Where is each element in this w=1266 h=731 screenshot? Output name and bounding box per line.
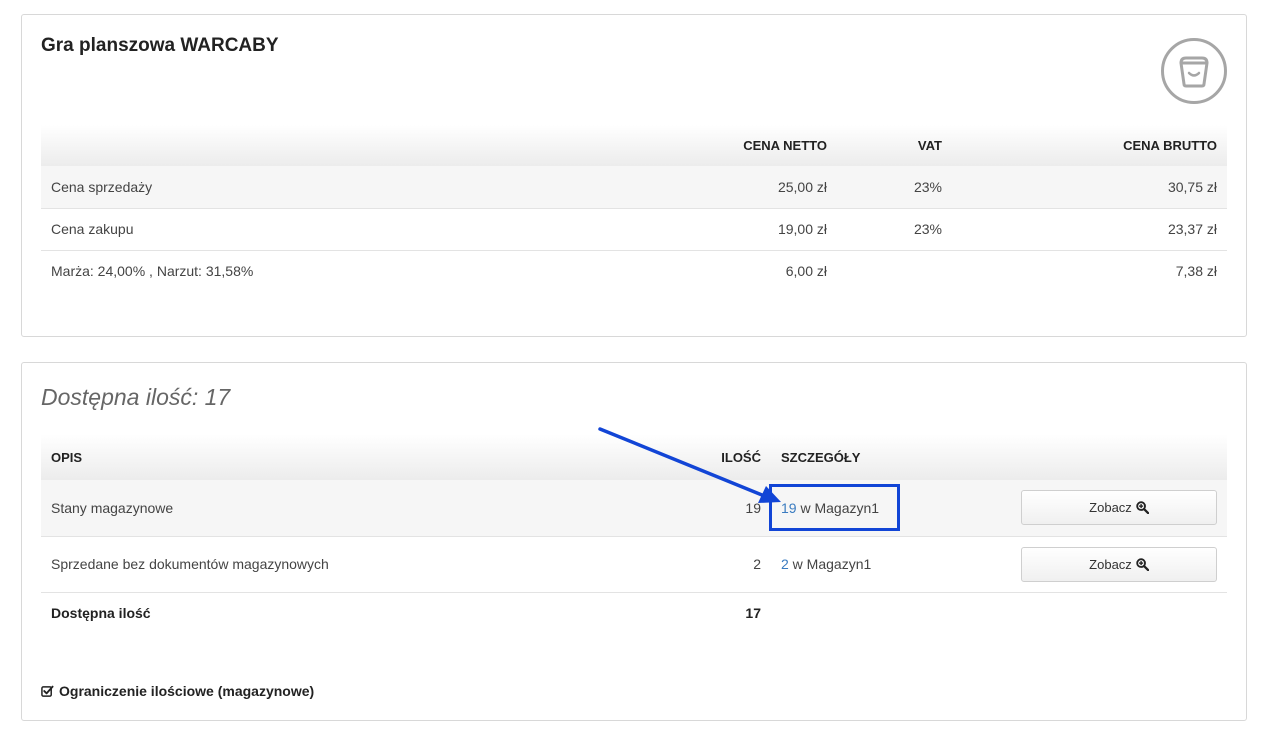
table-row: Sprzedane bez dokumentów magazynowych 2 … [41, 536, 1227, 592]
stock-row-action: Zobacz [1011, 536, 1227, 592]
checkbox-checked-icon [41, 685, 54, 697]
price-table-header: CENA NETTO VAT CENA BRUTTO [41, 125, 1227, 166]
price-row-label: Marża: 24,00% , Narzut: 31,58% [51, 263, 254, 280]
zoom-in-icon [1136, 557, 1149, 571]
stock-table: OPIS ILOŚĆ SZCZEGÓŁY Stany magazynowe 19… [41, 434, 1227, 634]
price-row-label: Cena sprzedaży [51, 178, 153, 195]
stock-row-ilosc: 2 [753, 556, 761, 572]
stock-row-opis: Sprzedane bez dokumentów magazynowych [51, 556, 329, 572]
stock-qty-link[interactable]: 2 [781, 556, 789, 572]
stock-table-header: OPIS ILOŚĆ SZCZEGÓŁY [41, 434, 1227, 480]
stock-total-label: Dostępna ilość [51, 605, 151, 622]
table-row: Cena zakupu 19,00 zł 23% 23,37 zł [41, 208, 1227, 250]
shopping-basket-icon [1161, 38, 1227, 104]
quantity-restriction-label: Ograniczenie ilościowe (magazynowe) [59, 683, 315, 699]
stock-total-value: 17 [745, 605, 761, 622]
stock-total-empty [771, 592, 1011, 634]
stock-qty-link[interactable]: 19 [781, 500, 797, 516]
stock-panel: Dostępna ilość: 17 OPIS ILOŚĆ SZCZEGÓŁY … [21, 362, 1247, 721]
price-row-netto: 19,00 zł [777, 221, 827, 237]
zobacz-button-label: Zobacz [1089, 556, 1132, 572]
price-row-brutto: 30,75 zł [1167, 178, 1217, 195]
price-header-vat: VAT [917, 138, 942, 153]
stock-warehouse-text: w Magazyn1 [788, 556, 872, 572]
stock-header-szczegoly: SZCZEGÓŁY [781, 449, 861, 465]
stock-header-ilosc: ILOŚĆ [721, 449, 761, 465]
table-row: Stany magazynowe 19 19 w Magazyn1 Zobacz [41, 480, 1227, 536]
quantity-restriction[interactable]: Ograniczenie ilościowe (magazynowe) [41, 683, 314, 699]
table-row-total: Dostępna ilość 17 [41, 592, 1227, 634]
price-row-label: Cena zakupu [51, 221, 134, 237]
zoom-in-icon [1136, 501, 1149, 515]
zobacz-button-label: Zobacz [1089, 500, 1132, 516]
stock-warehouse-text: w Magazyn1 [796, 499, 880, 516]
price-table: CENA NETTO VAT CENA BRUTTO Cena sprzedaż… [41, 125, 1227, 292]
stock-header-actions [1011, 434, 1227, 480]
price-row-brutto: 23,37 zł [1167, 221, 1217, 237]
stock-total-empty [1011, 592, 1227, 634]
stock-row-action: Zobacz [1011, 480, 1227, 536]
basket-glyph [1179, 56, 1209, 88]
product-title: Gra planszowa WARCABY [41, 35, 279, 56]
price-header-brutto: CENA BRUTTO [1123, 138, 1217, 153]
zobacz-button[interactable]: Zobacz [1021, 490, 1217, 526]
price-row-netto: 25,00 zł [777, 178, 827, 195]
product-price-panel: Gra planszowa WARCABY CENA NETTO VAT CEN… [21, 14, 1247, 337]
price-row-vat: 23% [913, 178, 942, 195]
stock-title: Dostępna ilość: 17 [41, 384, 231, 410]
table-row: Cena sprzedaży 25,00 zł 23% 30,75 zł [41, 166, 1227, 208]
stock-header-opis: OPIS [51, 449, 83, 465]
price-row-vat [837, 250, 952, 292]
stock-row-details: 2 w Magazyn1 [771, 536, 1011, 592]
price-header-label [41, 125, 657, 166]
stock-row-opis: Stany magazynowe [51, 499, 174, 516]
stock-row-ilosc: 19 [745, 499, 761, 516]
table-row: Marża: 24,00% , Narzut: 31,58% 6,00 zł 7… [41, 250, 1227, 292]
price-row-brutto: 7,38 zł [1175, 263, 1217, 280]
stock-row-details: 19 w Magazyn1 [771, 480, 1011, 536]
price-row-netto: 6,00 zł [785, 263, 827, 280]
zobacz-button[interactable]: Zobacz [1021, 546, 1217, 582]
price-row-vat: 23% [913, 221, 942, 237]
price-header-netto: CENA NETTO [743, 138, 827, 153]
